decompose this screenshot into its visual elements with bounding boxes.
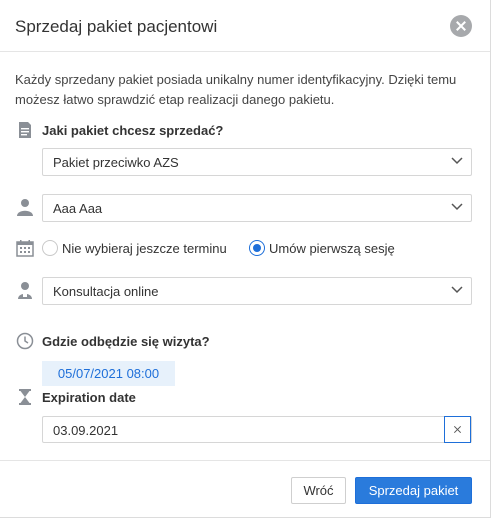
package-question-label: Jaki pakiet chcesz sprzedać? xyxy=(42,123,224,138)
radio-no-date-label: Nie wybieraj jeszcze terminu xyxy=(62,241,227,256)
hourglass-icon xyxy=(19,389,31,405)
document-icon xyxy=(19,122,31,138)
close-button[interactable] xyxy=(450,15,472,37)
expiration-label: Expiration date xyxy=(42,390,136,405)
expiration-date-input[interactable]: 03.09.2021 xyxy=(42,416,472,443)
clear-date-button[interactable] xyxy=(444,416,471,443)
expiration-date-value: 03.09.2021 xyxy=(53,423,119,438)
dialog-description: Każdy sprzedany pakiet posiada unikalny … xyxy=(15,72,457,107)
dialog-title: Sprzedaj pakiet pacjentowi xyxy=(15,17,218,36)
chevron-down-icon xyxy=(451,157,463,165)
dialog-header: Sprzedaj pakiet pacjentowi xyxy=(0,0,490,52)
back-button[interactable]: Wróć xyxy=(291,477,346,504)
chevron-down-icon xyxy=(451,203,463,211)
package-select[interactable]: Pakiet przeciwko AZS xyxy=(42,148,472,176)
patient-select-value: Aaa Aaa xyxy=(53,201,103,216)
dialog-footer: Wróć Sprzedaj pakiet xyxy=(0,460,490,518)
person-icon xyxy=(17,199,33,216)
sell-package-dialog: Sprzedaj pakiet pacjentowi Każdy sprzeda… xyxy=(0,0,491,518)
visit-question-label: Gdzie odbędzie się wizyta? xyxy=(42,334,210,349)
radio-no-date[interactable]: Nie wybieraj jeszcze terminu xyxy=(42,240,237,258)
clock-icon xyxy=(16,332,34,350)
package-select-value: Pakiet przeciwko AZS xyxy=(53,155,179,170)
radio-first-session[interactable]: Umów pierwszą sesję xyxy=(249,240,395,258)
patient-select[interactable]: Aaa Aaa xyxy=(42,194,472,222)
specialist-icon xyxy=(18,282,32,299)
chevron-down-icon xyxy=(451,286,463,294)
visit-datetime-chip[interactable]: 05/07/2021 08:00 xyxy=(42,361,175,386)
calendar-icon xyxy=(16,240,34,257)
sell-package-button[interactable]: Sprzedaj pakiet xyxy=(355,477,472,504)
service-select-value: Konsultacja online xyxy=(53,284,159,299)
service-select[interactable]: Konsultacja online xyxy=(42,277,472,305)
radio-first-session-label: Umów pierwszą sesję xyxy=(269,241,395,256)
radio-no-date-circle[interactable] xyxy=(42,240,58,256)
radio-first-session-circle[interactable] xyxy=(249,240,265,256)
